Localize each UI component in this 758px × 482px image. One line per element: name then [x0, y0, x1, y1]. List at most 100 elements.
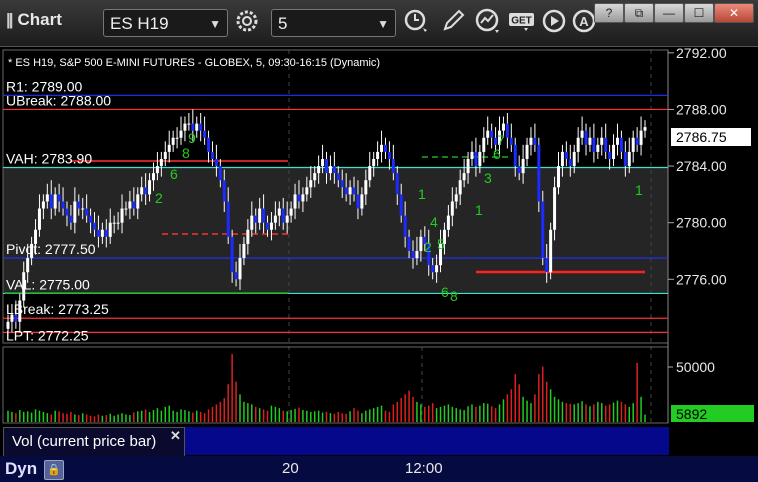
- candle: [600, 137, 604, 145]
- candle: [352, 187, 356, 195]
- candle: [309, 180, 313, 188]
- candle: [462, 173, 466, 181]
- candle: [380, 144, 384, 152]
- candle: [643, 127, 647, 131]
- candle: [450, 201, 454, 216]
- svg-text:GET: GET: [511, 16, 532, 27]
- candle: [293, 194, 297, 209]
- candle: [269, 222, 273, 230]
- price-chart[interactable]: 9862 7631 142 5 6 81 R1: 2789.00UBreak: 27…: [0, 47, 758, 456]
- candle: [317, 166, 321, 174]
- candle: [305, 187, 309, 195]
- drag-handle-icon[interactable]: ||: [6, 10, 13, 30]
- candle: [96, 229, 100, 237]
- level-label: LBreak: 2773.25: [6, 301, 109, 317]
- candle: [509, 137, 513, 145]
- candle: [218, 166, 222, 181]
- candle: [132, 201, 136, 209]
- candle: [120, 208, 124, 223]
- candle: [446, 215, 450, 230]
- candle: [77, 201, 81, 209]
- svg-text:5: 5: [437, 236, 445, 252]
- candle: [553, 187, 557, 230]
- indicator-icon[interactable]: [473, 8, 503, 38]
- candle: [273, 215, 277, 223]
- candle: [533, 137, 537, 145]
- candle: [419, 236, 423, 251]
- lock-icon[interactable]: 🔒: [44, 460, 64, 480]
- candle: [37, 208, 41, 230]
- interval-selector[interactable]: 5 ▼: [271, 9, 396, 37]
- volume-indicator-tab[interactable]: Vol (current price bar): [3, 427, 185, 457]
- current-price-label: 2786.75: [676, 129, 727, 145]
- candle: [615, 137, 619, 145]
- x-tick-label: 12:00: [405, 460, 443, 477]
- candle: [285, 215, 289, 223]
- play-icon[interactable]: [539, 8, 569, 38]
- minimize-button[interactable]: —: [654, 3, 684, 23]
- candle: [258, 208, 262, 223]
- candle: [124, 208, 128, 210]
- volume-indicator-label: Vol (current price bar): [12, 433, 157, 450]
- candle: [415, 250, 419, 259]
- candle: [136, 194, 140, 209]
- clock-icon[interactable]: [401, 8, 431, 38]
- candle: [61, 201, 65, 209]
- close-button[interactable]: ✕: [714, 3, 754, 23]
- svg-text:6: 6: [493, 146, 501, 162]
- candle: [262, 208, 266, 223]
- candle: [250, 215, 254, 230]
- candle: [226, 201, 230, 237]
- candle: [199, 123, 203, 131]
- interval-value: 5: [278, 14, 288, 33]
- candle: [501, 123, 505, 131]
- candle: [26, 258, 30, 273]
- svg-text:8: 8: [450, 288, 458, 304]
- close-icon[interactable]: ✕: [170, 428, 181, 444]
- candle: [210, 151, 214, 159]
- svg-text:1: 1: [418, 186, 426, 202]
- chart-header: * ES H19, S&P 500 E-MINI FUTURES - GLOBE…: [8, 57, 380, 69]
- candle: [364, 180, 368, 195]
- candle: [151, 173, 155, 181]
- candle: [399, 194, 403, 216]
- gear-icon[interactable]: [232, 8, 262, 38]
- candle: [596, 144, 600, 152]
- candle: [89, 215, 93, 223]
- candle: [344, 187, 348, 195]
- candle: [517, 166, 521, 174]
- candle: [104, 229, 108, 237]
- candle: [116, 222, 120, 224]
- candle: [627, 151, 631, 167]
- level-label: UBreak: 2788.00: [6, 92, 111, 108]
- candle: [564, 151, 568, 159]
- candle: [69, 215, 73, 223]
- candle: [301, 194, 305, 202]
- candle: [277, 208, 281, 216]
- candle: [163, 151, 167, 159]
- candle: [297, 194, 301, 202]
- candle: [108, 222, 112, 237]
- candle: [214, 158, 218, 167]
- candle: [391, 158, 395, 174]
- help-button[interactable]: ?: [594, 3, 624, 23]
- level-label: Pivot: 2777.50: [6, 241, 96, 257]
- svg-text:3: 3: [484, 170, 492, 186]
- candle: [560, 151, 564, 167]
- get-icon[interactable]: GET: [507, 8, 537, 38]
- candle: [490, 130, 494, 138]
- candle: [383, 144, 387, 152]
- pencil-icon[interactable]: [438, 8, 468, 38]
- candle: [328, 166, 332, 174]
- maximize-button[interactable]: ☐: [684, 3, 714, 23]
- candle: [238, 258, 242, 280]
- candle: [73, 201, 77, 223]
- restore-button[interactable]: ⧉: [624, 3, 654, 23]
- symbol-selector[interactable]: ES H19 ▼: [103, 9, 228, 37]
- candle: [179, 130, 183, 138]
- candle: [529, 137, 533, 145]
- candle: [576, 137, 580, 152]
- level-label: VAH: 2783.90: [6, 150, 92, 166]
- candle: [608, 151, 612, 159]
- svg-text:1: 1: [475, 202, 483, 218]
